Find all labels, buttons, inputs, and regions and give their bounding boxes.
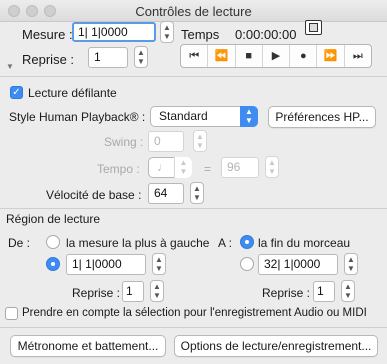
consider-selection-label: Prendre en compte la sélection pour l'en…	[22, 307, 367, 319]
divider	[0, 208, 387, 209]
title-bar: Contrôles de lecture	[0, 0, 387, 22]
time-label: Temps	[181, 27, 220, 42]
rewind-to-start-icon[interactable]: ⏮	[181, 45, 209, 67]
tempo-note-select[interactable]: ♩ ▲ ▼	[148, 157, 192, 178]
scroll-playback-checkbox[interactable]: ✓	[10, 86, 23, 99]
to-repeat-stepper[interactable]: ▲ ▼	[341, 280, 355, 302]
select-arrows-icon: ▲ ▼	[240, 106, 258, 127]
consider-selection-checkbox[interactable]	[5, 307, 18, 320]
transport-bar: ⏮ ⏪ ■ ▶ ● ⏩ ⏭	[180, 44, 372, 68]
tempo-field[interactable]: 96	[221, 157, 259, 178]
human-playback-style-select[interactable]: Standard ▲ ▼	[150, 106, 258, 127]
swing-label: Swing :	[104, 135, 144, 149]
tempo-label: Tempo :	[97, 162, 140, 176]
tempo-equals: =	[204, 162, 212, 176]
time-value: 0:00:00:00	[235, 27, 297, 42]
play-icon[interactable]: ▶	[263, 45, 291, 67]
repeat-stepper[interactable]: ▲ ▼	[134, 46, 148, 68]
disclosure-triangle-icon[interactable]: ▼	[6, 62, 14, 71]
swing-field[interactable]: 0	[148, 131, 184, 152]
from-measure-radio[interactable]	[46, 257, 60, 271]
from-repeat-field[interactable]: 1	[122, 281, 144, 302]
film-icon[interactable]	[305, 20, 322, 35]
from-label: De :	[8, 236, 31, 250]
from-leftmost-label: la mesure la plus à gauche	[66, 236, 210, 250]
scroll-playback-label: Lecture défilante	[28, 86, 117, 100]
measure-stepper[interactable]: ▲ ▼	[160, 21, 174, 43]
hp-preferences-button[interactable]: Préférences HP...	[268, 106, 376, 128]
measure-field[interactable]: 1| 1|0000	[72, 22, 156, 42]
rewind-icon[interactable]: ⏪	[208, 45, 236, 67]
to-end-radio[interactable]	[240, 235, 254, 249]
repeat-label: Reprise :	[22, 52, 75, 67]
window-title: Contrôles de lecture	[135, 4, 252, 19]
base-velocity-stepper[interactable]: ▲ ▼	[190, 182, 204, 204]
measure-label: Mesure :	[22, 27, 73, 42]
from-repeat-stepper[interactable]: ▲ ▼	[150, 280, 164, 302]
to-repeat-label: Reprise :	[262, 286, 311, 300]
human-playback-style-label: Style Human Playback® :	[9, 110, 146, 124]
human-playback-style-value: Standard	[159, 109, 208, 123]
select-arrows-icon: ▲ ▼	[174, 157, 192, 178]
forward-to-end-icon[interactable]: ⏭	[345, 45, 371, 67]
base-velocity-label: Vélocité de base :	[46, 188, 142, 202]
record-icon[interactable]: ●	[290, 45, 318, 67]
fast-forward-icon[interactable]: ⏩	[317, 45, 345, 67]
to-measure-stepper[interactable]: ▲ ▼	[344, 253, 358, 275]
playback-region-heading: Région de lecture	[6, 212, 101, 226]
from-leftmost-radio[interactable]	[46, 235, 60, 249]
from-measure-field[interactable]: 1| 1|0000	[66, 254, 146, 275]
from-repeat-label: Reprise :	[72, 286, 121, 300]
playback-options-button[interactable]: Options de lecture/enregistrement...	[174, 335, 378, 357]
metronome-button[interactable]: Métronome et battement...	[10, 335, 166, 357]
to-measure-field[interactable]: 32| 1|0000	[258, 254, 338, 275]
divider	[0, 327, 387, 328]
tempo-stepper[interactable]: ▲ ▼	[265, 156, 279, 178]
to-label: A :	[218, 236, 233, 250]
swing-stepper[interactable]: ▲ ▼	[193, 130, 207, 152]
to-repeat-field[interactable]: 1	[313, 281, 335, 302]
to-measure-radio[interactable]	[240, 257, 254, 271]
base-velocity-field[interactable]: 64	[148, 183, 184, 204]
quarter-note-icon: ♩	[157, 160, 169, 174]
from-measure-stepper[interactable]: ▲ ▼	[152, 253, 166, 275]
repeat-field[interactable]: 1	[88, 47, 128, 68]
stop-icon[interactable]: ■	[236, 45, 263, 67]
to-end-label: la fin du morceau	[258, 236, 351, 250]
